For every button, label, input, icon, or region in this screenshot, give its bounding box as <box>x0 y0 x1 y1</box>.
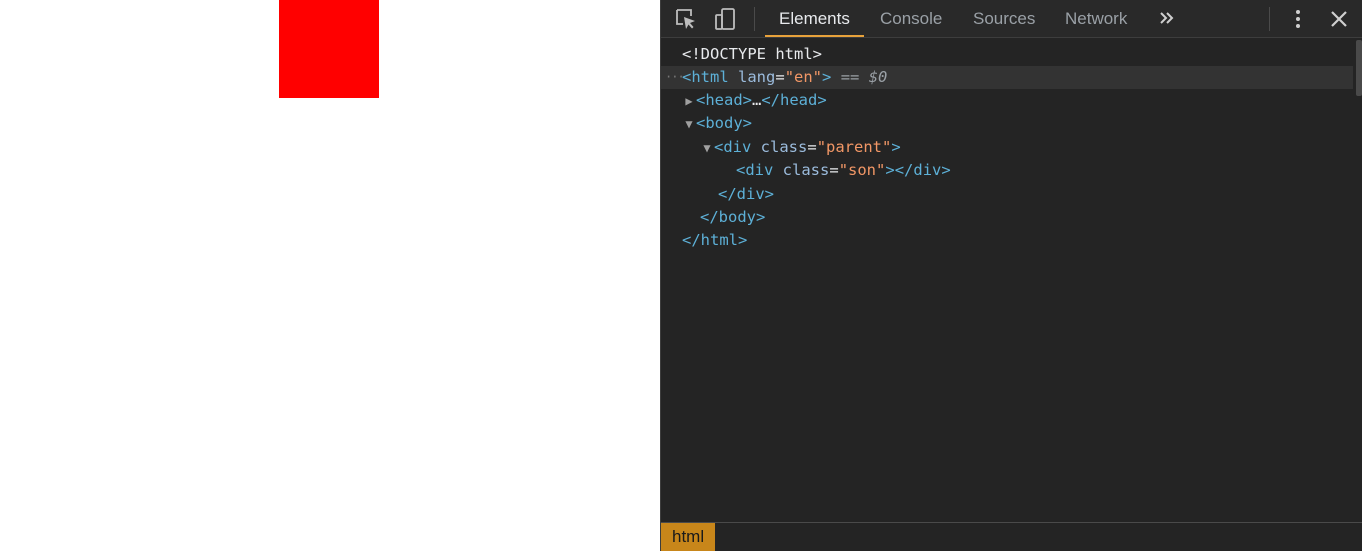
collapse-triangle-icon[interactable]: ▼ <box>700 137 714 160</box>
html-lang-attr: lang <box>738 68 776 86</box>
dom-node-html[interactable]: ··· <html lang="en"> == $0 <box>661 66 1353 89</box>
dom-node-body-close[interactable]: </body> <box>661 206 1353 229</box>
class-attr: class <box>782 161 830 179</box>
doctype-text: <!DOCTYPE html> <box>682 45 822 63</box>
breadcrumb-item-html[interactable]: html <box>661 523 716 551</box>
div-open-tag: <div <box>736 161 774 179</box>
dom-tree: <!DOCTYPE html> ··· <html lang="en"> == $… <box>661 38 1362 522</box>
class-value-parent: "parent" <box>816 138 892 156</box>
selection-variable: $0 <box>868 68 888 86</box>
device-toolbar-icon[interactable] <box>714 7 738 31</box>
body-close-tag: </body> <box>700 208 766 226</box>
vertical-ellipsis-icon[interactable] <box>1286 7 1310 31</box>
head-close-tag: </head> <box>761 91 827 109</box>
tab-network[interactable]: Network <box>1051 0 1141 37</box>
close-icon[interactable] <box>1327 7 1351 31</box>
chevron-double-right-icon[interactable] <box>1155 7 1179 31</box>
expand-triangle-icon[interactable]: ▶ <box>682 90 696 113</box>
div-close-bracket: > <box>885 161 895 179</box>
dom-node-head[interactable]: ▶ <head>…</head> <box>661 89 1353 112</box>
html-close-bracket: > <box>822 68 832 86</box>
ellipsis-icon[interactable]: ··· <box>665 66 685 89</box>
devtools-toolbar: Elements Console Sources Network <box>661 0 1362 38</box>
dom-node-div-parent[interactable]: ▼ <div class="parent"> <box>661 136 1353 159</box>
collapse-triangle-icon[interactable]: ▼ <box>682 113 696 136</box>
inspect-element-icon[interactable] <box>674 7 698 31</box>
tab-sources[interactable]: Sources <box>959 0 1049 37</box>
toolbar-separator <box>1269 7 1270 31</box>
toolbar-separator <box>754 7 755 31</box>
div-close-bracket: > <box>891 138 901 156</box>
selection-marker: == <box>831 68 869 86</box>
html-open-tag: <html <box>682 68 729 86</box>
tab-console[interactable]: Console <box>866 0 956 37</box>
class-value-son: "son" <box>838 161 886 179</box>
son-div-box <box>279 0 379 98</box>
dom-node-html-close[interactable]: </html> <box>661 229 1353 252</box>
html-lang-value: "en" <box>784 68 823 86</box>
tab-elements[interactable]: Elements <box>765 0 864 37</box>
head-ellipsis[interactable]: … <box>752 91 761 109</box>
div-open-tag: <div <box>714 138 752 156</box>
html-close-tag: </html> <box>682 231 748 249</box>
dom-node-div-parent-close[interactable]: </div> <box>661 183 1353 206</box>
div-close-tag: </div> <box>894 161 951 179</box>
breadcrumb-bar: html <box>661 522 1362 551</box>
devtools-panel: Elements Console Sources Network <!DOCTY… <box>660 0 1362 551</box>
scrollbar-thumb[interactable] <box>1356 40 1362 96</box>
class-attr: class <box>760 138 808 156</box>
page-viewport <box>0 0 660 551</box>
body-open-tag: <body> <box>696 114 752 132</box>
dom-node-doctype[interactable]: <!DOCTYPE html> <box>661 43 1353 66</box>
head-open-tag: <head> <box>696 91 752 109</box>
dom-node-div-son[interactable]: <div class="son"></div> <box>661 159 1353 182</box>
div-close-tag: </div> <box>718 185 774 203</box>
dom-node-body[interactable]: ▼ <body> <box>661 112 1353 135</box>
